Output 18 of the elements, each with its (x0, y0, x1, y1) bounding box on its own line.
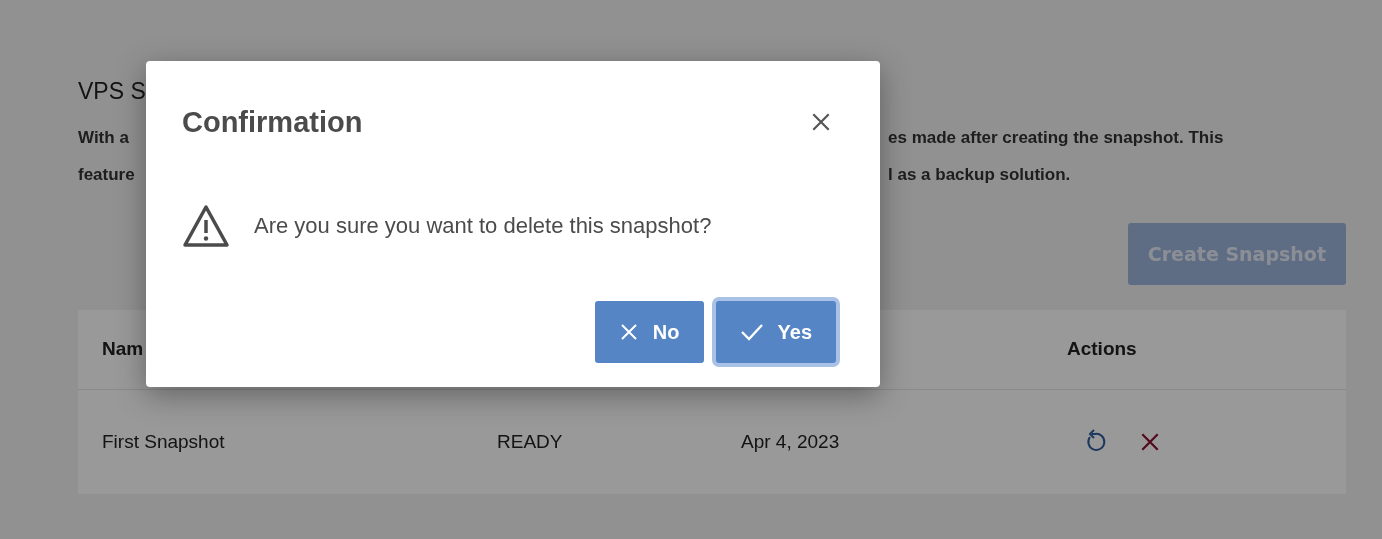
page-heading: VPS S (78, 78, 146, 106)
column-header: Actions (1067, 338, 1137, 361)
table-cell: Apr 4, 2023 (741, 430, 840, 453)
no-button[interactable]: No (594, 301, 704, 363)
close-icon (618, 322, 639, 342)
description-text: es made after creating the snapshot. This (888, 126, 1224, 149)
warning-icon (182, 204, 230, 248)
description-text: With a (78, 126, 129, 149)
dialog-message: Are you sure you want to delete this snapshot? (254, 213, 712, 239)
description-text: l as a backup solution. (888, 163, 1071, 186)
column-header: Nam (102, 338, 144, 361)
description-text: feature (78, 163, 135, 186)
close-icon (810, 111, 832, 133)
close-button[interactable] (810, 111, 832, 133)
table-cell: READY (497, 430, 563, 453)
table-cell: First Snapshot (102, 430, 225, 453)
dialog-title: Confirmation (182, 105, 363, 139)
check-icon (739, 322, 764, 342)
